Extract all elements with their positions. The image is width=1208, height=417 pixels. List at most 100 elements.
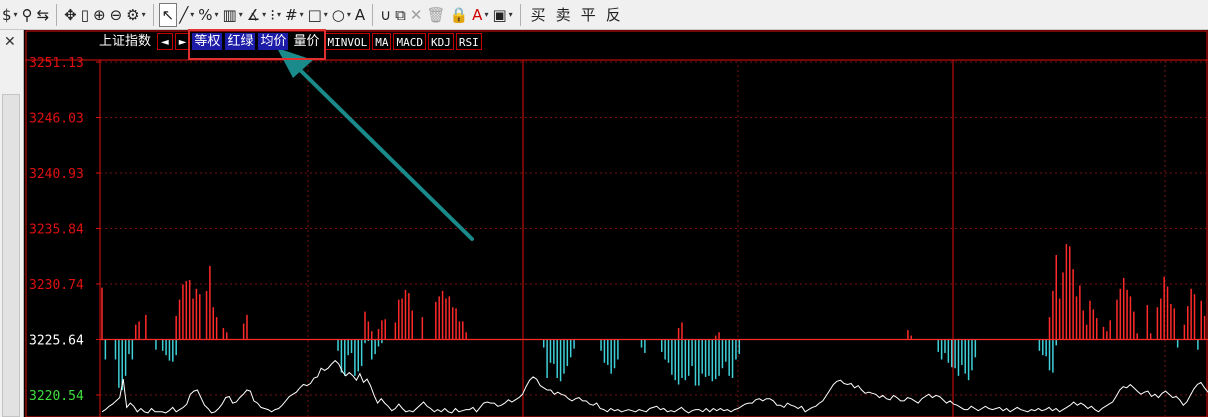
grid-tool-button[interactable]: # ▾ — [283, 3, 306, 27]
right-arrow-button[interactable]: ► — [174, 32, 191, 50]
indicator-macd[interactable]: MACD — [393, 32, 426, 50]
delete-icon: ✕ — [409, 5, 423, 24]
side-panel: ✕ — [0, 30, 24, 417]
y-tick-label: 3225.64 — [29, 333, 84, 348]
close-button[interactable]: 平 — [576, 3, 601, 27]
grid-icon: # — [284, 5, 298, 24]
lock-tool-button[interactable]: 🔒 — [447, 3, 470, 27]
move-tool-button[interactable]: ✥ — [62, 3, 79, 27]
channel-tool-button[interactable]: ⁝ ▾ — [268, 3, 283, 27]
equal-weight-button[interactable]: 等权 — [192, 32, 223, 50]
y-tick-label: 3251.13 — [29, 56, 84, 71]
chevron-down-icon[interactable]: ▾ — [190, 10, 194, 19]
zoom-out-icon: ⊖ — [109, 5, 123, 24]
rect-tool-button[interactable]: □ ▾ — [306, 3, 330, 27]
pointer-icon: ↖ — [161, 5, 175, 24]
chevron-down-icon[interactable]: ▾ — [300, 10, 304, 19]
close-icon[interactable]: ✕ — [4, 34, 16, 50]
currency-icon: $ — [2, 5, 12, 24]
indicator-legend-bar: 上证指数 ◄ ► 等权 红绿 均价 量价 MINVOL MA MACD KDJ … — [97, 32, 484, 50]
save-tool-button[interactable]: ▣ ▾ — [490, 3, 514, 27]
percent-icon: % — [198, 5, 213, 24]
price-line — [101, 359, 1208, 414]
angle-icon: ∡ — [246, 5, 261, 24]
avg-price-button[interactable]: 均价 — [258, 32, 289, 50]
chevron-down-icon[interactable]: ▾ — [14, 10, 18, 19]
chevron-down-icon[interactable]: ▾ — [277, 10, 281, 19]
angle-tool-button[interactable]: ∡ ▾ — [245, 3, 268, 27]
zoom-in-tool-button[interactable]: ⊕ — [91, 3, 108, 27]
y-tick-label: 3246.03 — [29, 112, 84, 127]
font-color-icon: A — [472, 5, 483, 24]
settings-tool-button[interactable]: ⚙ ▾ — [124, 3, 147, 27]
chevron-down-icon[interactable]: ▾ — [347, 10, 351, 19]
magnet-icon: ∪ — [380, 5, 392, 24]
lock-icon: 🔒 — [449, 5, 469, 24]
circle-tool-button[interactable]: ○ ▾ — [330, 3, 353, 27]
save-icon: ▣ — [492, 5, 507, 24]
buy-button[interactable]: 买 — [526, 3, 551, 27]
fit-tool-button[interactable]: ⇆ — [35, 3, 52, 27]
magnet-tool-button[interactable]: ∪ — [378, 3, 393, 27]
reverse-button[interactable]: 反 — [601, 3, 626, 27]
text-tool-button[interactable]: A — [353, 3, 367, 27]
text-icon: A — [354, 5, 366, 24]
delete-tool-button[interactable]: ✕ — [408, 3, 425, 27]
candle-icon: ▯ — [80, 5, 89, 24]
chevron-down-icon[interactable]: ▾ — [239, 10, 243, 19]
toolbar-separator — [519, 3, 521, 26]
indicator-ma[interactable]: MA — [372, 32, 392, 50]
trash-tool-button[interactable]: 🗑 — [424, 3, 447, 27]
drawing-toolbar: $ ▾ ⚲ ⇆ ✥ ▯ ⊕ ⊖ ⚙ ▾ ↖ ╱ ▾% ▾ ▥ ▾ ∡ ▾ ⁝ ▾ # ▾ □ ▾ ○ ▾ A ∪ ⧉ ✕ 🗑 🔒 A ▾ ▣ ▾ 买卖平… — [0, 0, 1208, 30]
y-tick-label: 3240.93 — [29, 167, 84, 182]
toolbar-separator — [56, 3, 58, 26]
filter-icon: ⚲ — [21, 5, 33, 24]
ruler-icon: ▥ — [222, 5, 237, 24]
copy-tool-button[interactable]: ⧉ — [393, 3, 408, 27]
annotation-arrowhead — [277, 48, 313, 78]
move-icon: ✥ — [64, 5, 77, 24]
red-green-button[interactable]: 红绿 — [225, 32, 256, 50]
y-tick-label: 3230.74 — [29, 278, 84, 293]
currency-tool-button[interactable]: $ ▾ — [0, 3, 20, 27]
volume-price-button[interactable]: 量价 — [291, 33, 321, 50]
y-tick-label: 3220.54 — [29, 389, 84, 404]
indicator-kdj[interactable]: KDJ — [427, 32, 454, 50]
rect-icon: □ — [307, 5, 322, 24]
copy-icon: ⧉ — [395, 5, 406, 24]
intraday-chart-panel: 3251.13 3246.03 3240.93 3235.84 3230.74 3225.… — [25, 29, 1208, 417]
settings-icon: ⚙ — [126, 5, 140, 24]
candle-tool-button[interactable]: ▯ — [79, 3, 91, 27]
y-tick-label: 3235.84 — [29, 222, 84, 237]
font-color-tool-button[interactable]: A ▾ — [470, 3, 490, 27]
percent-tool-button[interactable]: % ▾ — [196, 3, 220, 27]
chevron-down-icon[interactable]: ▾ — [509, 10, 513, 19]
annotation-arrow — [291, 61, 474, 241]
indicator-rsi[interactable]: RSI — [455, 32, 482, 50]
line-icon: ╱ — [179, 5, 189, 24]
indicator-minvol[interactable]: MINVOL — [324, 32, 371, 50]
chevron-down-icon[interactable]: ▾ — [262, 10, 266, 19]
line-tool-button[interactable]: ╱ ▾ — [177, 3, 196, 27]
toolbar-separator — [152, 3, 154, 26]
fit-icon: ⇆ — [36, 5, 50, 24]
circle-icon: ○ — [331, 5, 345, 24]
filter-tool-button[interactable]: ⚲ — [20, 3, 35, 27]
pointer-tool-button[interactable]: ↖ — [158, 2, 178, 27]
chevron-down-icon[interactable]: ▾ — [324, 10, 328, 19]
chevron-down-icon[interactable]: ▾ — [215, 10, 219, 19]
channel-icon: ⁝ — [270, 5, 275, 24]
toolbar-separator — [372, 3, 374, 26]
sell-button[interactable]: 卖 — [551, 3, 576, 27]
left-arrow-button[interactable]: ◄ — [157, 32, 173, 50]
index-name-label: 上证指数 — [99, 33, 152, 49]
zoom-in-icon: ⊕ — [92, 5, 106, 24]
trash-icon: 🗑 — [426, 5, 446, 24]
ruler-tool-button[interactable]: ▥ ▾ — [221, 3, 245, 27]
side-panel-scrollbar[interactable] — [2, 94, 20, 417]
chevron-down-icon[interactable]: ▾ — [484, 10, 488, 19]
chart-frame — [25, 30, 1208, 417]
intraday-chart[interactable]: 3251.13 3246.03 3240.93 3235.84 3230.74 3225.… — [25, 30, 1208, 417]
chevron-down-icon[interactable]: ▾ — [142, 10, 146, 19]
zoom-out-tool-button[interactable]: ⊖ — [108, 3, 125, 27]
